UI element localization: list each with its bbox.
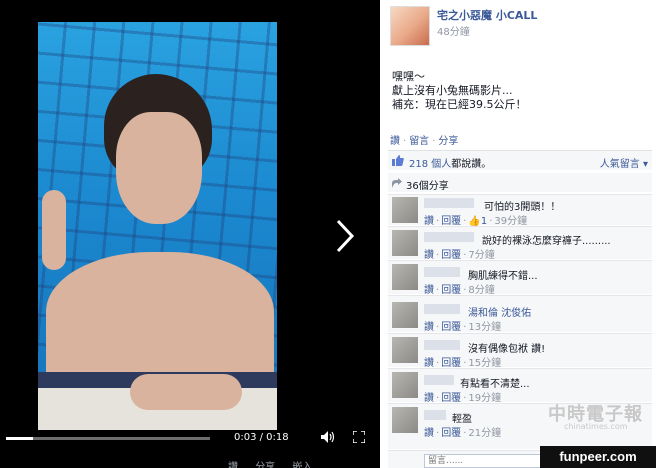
video-viewer: 0:03 / 0:18 讚 分享 嵌入 [0, 0, 380, 468]
comment-meta: 讚 · 回覆 · 19分鐘 [424, 393, 502, 404]
comment-meta: 讚 · 回覆 · 7分鐘 [424, 250, 495, 261]
video-figure-arm [130, 374, 242, 410]
commenter-avatar[interactable] [392, 302, 418, 328]
post-share-link[interactable]: 分享 [438, 136, 458, 147]
post-line: 嘿嘿～ [392, 70, 425, 83]
top-comments-dropdown[interactable]: 人氣留言 ▾ [600, 155, 648, 170]
comment-meta: 讚 · 回覆 · 15分鐘 [424, 358, 502, 369]
watermark-url: chinatimes.com [564, 422, 628, 431]
shares-count-link[interactable]: 36個分享 [406, 177, 449, 192]
comment-item: 胸肌練得不錯... 讚 · 回覆 · 8分鐘 [388, 260, 652, 296]
post-panel: 宅之小惡魔 小CALL 48分鐘 嘿嘿～ 獻上沒有小兔無碼影片... 補充：現在… [380, 0, 656, 468]
comment-like-link[interactable]: 讚 [424, 322, 434, 333]
likes-summary: 218 個人都說讚。 [409, 155, 491, 170]
comment-text: 有點看不清楚... [460, 379, 530, 390]
video-share-link[interactable]: 分享 [255, 462, 275, 468]
video-figure-face [116, 112, 202, 224]
news-watermark: 中時電子報 chinatimes.com [548, 400, 652, 436]
post-actions: 讚 · 留言 · 分享 [390, 136, 459, 147]
video-progress-fill [6, 437, 33, 440]
commenter-name-blurred[interactable] [424, 304, 460, 314]
commenter-name-blurred[interactable] [424, 267, 460, 277]
commenter-avatar[interactable] [392, 264, 418, 290]
comment-item: 說好的裸泳怎麼穿褲子......... 讚 · 回覆 · 7分鐘 [388, 226, 652, 261]
comment-tagged-names[interactable]: 湯和倫 沈俊佑 [468, 304, 531, 319]
author-name[interactable]: 宅之小惡魔 小CALL [437, 7, 537, 23]
site-badge: funpeer.com [540, 446, 656, 468]
comment-item: 湯和倫 沈俊佑 讚 · 回覆 · 13分鐘 [388, 295, 652, 333]
post-timestamp[interactable]: 48分鐘 [437, 23, 470, 38]
video-embed-link[interactable]: 嵌入 [292, 462, 312, 468]
fullscreen-icon[interactable] [352, 430, 366, 444]
thumbs-up-icon [392, 155, 404, 166]
post-like-link[interactable]: 讚 [390, 136, 400, 147]
post-line: 獻上沒有小兔無碼影片... [392, 84, 513, 97]
commenter-name-blurred[interactable] [424, 232, 474, 242]
video-frame[interactable] [38, 22, 277, 430]
video-progress-bar[interactable] [6, 437, 210, 440]
video-figure-hand [42, 190, 66, 270]
comment-time[interactable]: 13分鐘 [468, 322, 501, 333]
comment-time[interactable]: 21分鐘 [468, 428, 501, 439]
comment-item: 可怕的3開頭！！ 讚 · 回覆 · 👍1 · 39分鐘 [388, 194, 652, 227]
likes-tail: 都說讚。 [451, 159, 492, 170]
likes-count-link[interactable]: 218 個人 [409, 159, 451, 170]
commenter-name-blurred[interactable] [424, 340, 460, 350]
next-video-chevron-right-icon[interactable] [334, 218, 356, 254]
comment-text: 說好的裸泳怎麼穿褲子......... [482, 236, 611, 247]
likes-bar: 218 個人都說讚。 人氣留言 ▾ [388, 150, 652, 170]
commenter-name-blurred[interactable] [424, 375, 454, 385]
video-actions: 讚 分享 嵌入 [228, 458, 326, 468]
post-body: 嘿嘿～ 獻上沒有小兔無碼影片... 補充：現在已經39.5公斤！ [392, 70, 527, 112]
commenter-avatar[interactable] [392, 372, 418, 398]
comment-text: 可怕的3開頭！！ [484, 202, 561, 213]
comment-like-link[interactable]: 讚 [424, 428, 434, 439]
comment-text: 沒有偶像包袱 讚! [468, 344, 546, 355]
comment-item: 有點看不清楚... 讚 · 回覆 · 19分鐘 [388, 368, 652, 404]
commenter-avatar[interactable] [392, 197, 418, 223]
comment-item: 沒有偶像包袱 讚! 讚 · 回覆 · 15分鐘 [388, 333, 652, 369]
share-icon [392, 178, 402, 188]
post-line: 補充：現在已經39.5公斤！ [392, 98, 527, 111]
commenter-avatar[interactable] [392, 230, 418, 256]
commenter-name-blurred[interactable] [424, 198, 474, 208]
comment-meta: 讚 · 回覆 · 13分鐘 [424, 322, 502, 333]
comment-text: 胸肌練得不錯... [468, 271, 538, 282]
shares-bar: 36個分享 [388, 172, 652, 192]
comment-reply-link[interactable]: 回覆 [441, 322, 461, 333]
author-avatar[interactable] [390, 6, 430, 46]
comment-reply-link[interactable]: 回覆 [441, 428, 461, 439]
comment-text: 輕盈 [452, 414, 472, 425]
commenter-name-blurred[interactable] [424, 410, 446, 420]
commenter-avatar[interactable] [392, 407, 418, 433]
video-time: 0:03 / 0:18 [234, 432, 289, 443]
video-like-link[interactable]: 讚 [228, 462, 238, 468]
post-comment-link[interactable]: 留言 [409, 136, 429, 147]
comment-meta: 讚 · 回覆 · 21分鐘 [424, 428, 502, 439]
comment-meta: 讚 · 回覆 · 👍1 · 39分鐘 [424, 216, 528, 227]
volume-icon[interactable] [321, 431, 335, 443]
commenter-avatar[interactable] [392, 337, 418, 363]
comment-meta: 讚 · 回覆 · 8分鐘 [424, 285, 495, 296]
video-figure-body [46, 252, 274, 382]
